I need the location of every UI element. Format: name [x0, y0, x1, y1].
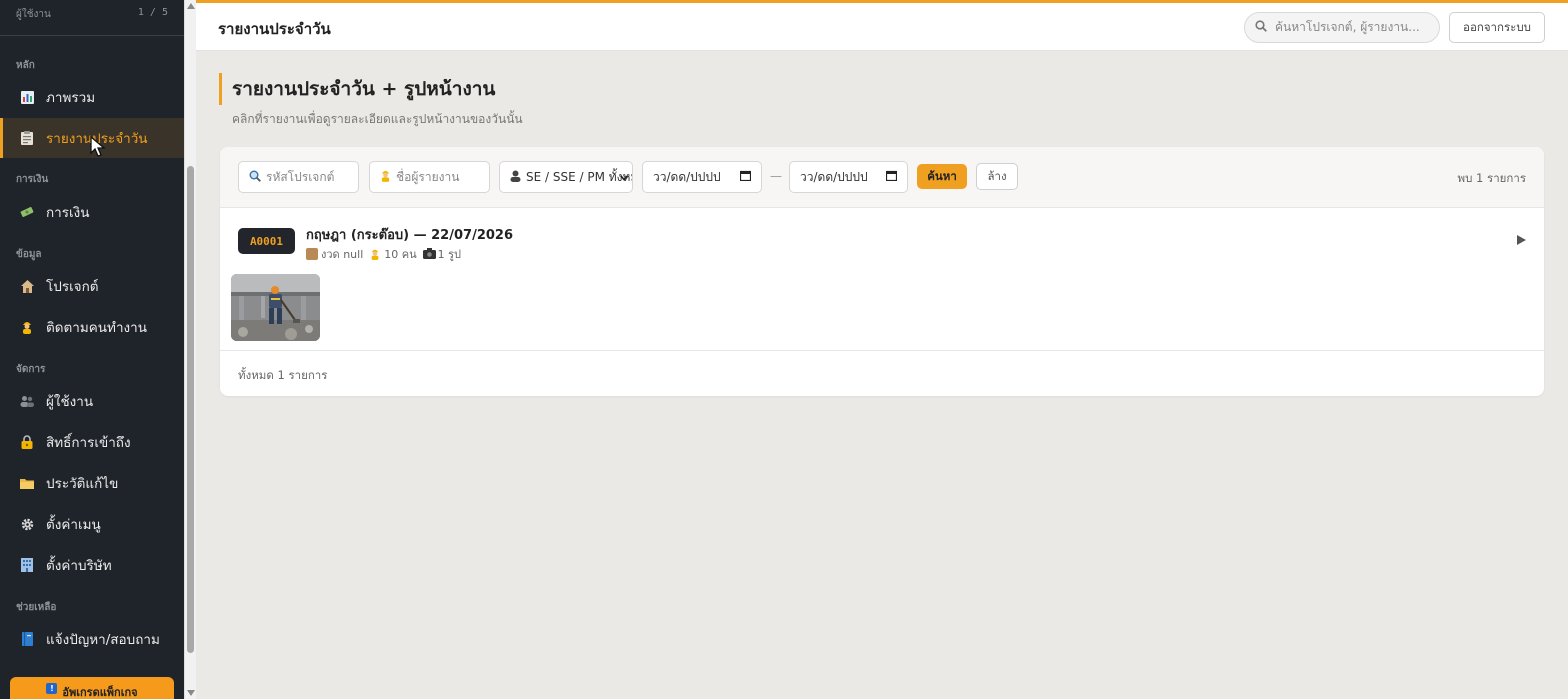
- gear-icon: [20, 517, 34, 531]
- sidebar-item-users[interactable]: ผู้ใช้งาน: [0, 381, 184, 421]
- site-photo-thumbnail[interactable]: [231, 274, 320, 341]
- worker-icon: [380, 169, 391, 185]
- workers-meta: 10 คน: [369, 245, 417, 263]
- sidebar-item-company-settings[interactable]: ตั้งค่าบริษัท: [0, 545, 184, 585]
- date-to-placeholder: วว/ดด/ปปปป: [800, 169, 868, 184]
- page-subtitle: คลิกที่รายงานเพื่อดูรายละเอียดและรูปหน้า…: [232, 112, 523, 126]
- clear-button[interactable]: ล้าง: [976, 163, 1018, 190]
- calendar-icon: [885, 170, 898, 184]
- sidebar: ผู้ใช้งาน 1 / 5 หลัก ภาพรวม รายงานประจำว…: [0, 0, 184, 699]
- sidebar-item-label: การเงิน: [46, 205, 90, 221]
- sidebar-item-worker-tracking[interactable]: ติดตามคนทำงาน: [0, 307, 184, 347]
- search-button[interactable]: ค้นหา: [917, 164, 967, 189]
- section-finance: การเงิน: [16, 174, 49, 185]
- sidebar-item-label: ตั้งค่าบริษัท: [46, 558, 112, 574]
- upgrade-label: อัพเกรดแพ็กเกจ: [62, 686, 138, 699]
- building-icon: [20, 558, 34, 572]
- date-from-placeholder: วว/ดด/ปปปป: [653, 169, 721, 184]
- house-icon: [20, 279, 34, 293]
- expand-arrow-icon[interactable]: [1517, 235, 1526, 248]
- photos-text: 1 รูป: [437, 248, 462, 261]
- mouse-cursor-icon: [90, 135, 106, 158]
- box-icon: [306, 248, 318, 260]
- section-data: ข้อมูล: [16, 249, 42, 260]
- reporter-name-input[interactable]: ชื่อผู้รายงาน: [369, 161, 490, 193]
- sidebar-item-label: สิทธิ์การเข้าถึง: [46, 435, 131, 451]
- search-placeholder: ค้นหาโปรเจกต์, ผู้รายงาน...: [1275, 20, 1420, 34]
- lock-icon: [20, 435, 34, 449]
- sidebar-item-projects[interactable]: โปรเจกต์: [0, 266, 184, 306]
- sidebar-item-label: แจ้งปัญหา/สอบถาม: [46, 632, 160, 648]
- reporter-placeholder: ชื่อผู้รายงาน: [396, 169, 460, 184]
- photos-meta: 1 รูป: [422, 245, 462, 263]
- users-icon: [20, 394, 34, 408]
- role-select[interactable]: SE / SSE / PM ทั้งหมด: [499, 161, 633, 193]
- section-main: หลัก: [16, 60, 35, 71]
- report-title: กฤษฎา (กระต๊อบ) — 22/07/2026: [306, 228, 513, 243]
- scroll-down-icon[interactable]: [187, 690, 195, 696]
- sidebar-user-label: ผู้ใช้งาน: [16, 9, 51, 20]
- filter-bar: รหัสโปรเจกต์ ชื่อผู้รายงาน SE / SSE / PM…: [220, 147, 1544, 208]
- installment-text: งวด null: [321, 248, 364, 261]
- book-icon: [20, 632, 34, 646]
- person-icon: [510, 170, 521, 185]
- section-manage: จัดการ: [16, 364, 46, 375]
- installment-meta: งวด null: [306, 245, 363, 263]
- sidebar-item-label: โปรเจกต์: [46, 279, 99, 295]
- section-help: ช่วยเหลือ: [16, 602, 57, 613]
- logout-button[interactable]: ออกจากระบบ: [1449, 12, 1545, 43]
- camera-icon: [422, 248, 436, 260]
- alert-icon: !: [46, 683, 58, 694]
- folder-icon: [20, 476, 34, 490]
- sidebar-item-label: ประวัติแก้ไข: [46, 476, 119, 492]
- page-title: รายงานประจำวัน + รูปหน้างาน: [232, 78, 496, 100]
- report-card: รหัสโปรเจกต์ ชื่อผู้รายงาน SE / SSE / PM…: [220, 147, 1544, 396]
- global-search-input[interactable]: ค้นหาโปรเจกต์, ผู้รายงาน...: [1244, 12, 1440, 43]
- sidebar-item-finance[interactable]: การเงิน: [0, 192, 184, 232]
- upgrade-button[interactable]: ! อัพเกรดแพ็กเกจ: [10, 677, 174, 699]
- total-count: ทั้งหมด 1 รายการ: [238, 368, 328, 382]
- scroll-up-icon[interactable]: [187, 3, 195, 9]
- report-row[interactable]: A0001 กฤษฎา (กระต๊อบ) — 22/07/2026 งวด n…: [220, 208, 1544, 351]
- clipboard-icon: [20, 131, 34, 145]
- sidebar-item-overview[interactable]: ภาพรวม: [0, 77, 184, 117]
- report-meta: งวด null 10 คน 1 รูป: [306, 245, 461, 263]
- date-from-input[interactable]: วว/ดด/ปปปป: [642, 161, 762, 193]
- worker-icon: [20, 320, 34, 334]
- sidebar-header: ผู้ใช้งาน 1 / 5: [0, 0, 184, 36]
- sidebar-item-label: ผู้ใช้งาน: [46, 394, 94, 410]
- topbar-title: รายงานประจำวัน: [218, 20, 331, 38]
- sidebar-scrollbar[interactable]: [184, 0, 196, 699]
- sidebar-item-label: ภาพรวม: [46, 90, 96, 106]
- sidebar-item-label: ตั้งค่าเมนู: [46, 517, 101, 533]
- sidebar-item-edit-history[interactable]: ประวัติแก้ไข: [0, 463, 184, 503]
- date-to-input[interactable]: วว/ดด/ปปปป: [789, 161, 908, 193]
- project-code-placeholder: รหัสโปรเจกต์: [266, 169, 335, 184]
- topbar: รายงานประจำวัน ค้นหาโปรเจกต์, ผู้รายงาน.…: [196, 0, 1568, 51]
- sidebar-item-report-issue[interactable]: แจ้งปัญหา/สอบถาม: [0, 619, 184, 659]
- sidebar-page-indicator: 1 / 5: [137, 7, 168, 18]
- role-select-value: SE / SSE / PM ทั้งหมด: [526, 169, 632, 184]
- project-code-badge: A0001: [238, 228, 295, 254]
- project-code-input[interactable]: รหัสโปรเจกต์: [238, 161, 359, 193]
- chevron-down-icon: [620, 171, 628, 185]
- workers-text: 10 คน: [384, 248, 417, 261]
- date-range-separator: —: [770, 169, 782, 183]
- search-icon: [249, 170, 261, 185]
- sidebar-item-access-rights[interactable]: สิทธิ์การเข้าถึง: [0, 422, 184, 462]
- bar-chart-icon: [20, 90, 34, 104]
- search-icon: [1255, 20, 1267, 35]
- sidebar-item-menu-settings[interactable]: ตั้งค่าเมนู: [0, 504, 184, 544]
- worker-icon: [369, 248, 381, 260]
- scrollbar-thumb[interactable]: [187, 166, 194, 653]
- money-icon: [20, 205, 34, 219]
- page-heading-block: รายงานประจำวัน + รูปหน้างาน: [219, 73, 495, 105]
- calendar-icon: [739, 170, 752, 184]
- result-count: พบ 1 รายการ: [1457, 171, 1526, 185]
- sidebar-item-label: ติดตามคนทำงาน: [46, 320, 147, 336]
